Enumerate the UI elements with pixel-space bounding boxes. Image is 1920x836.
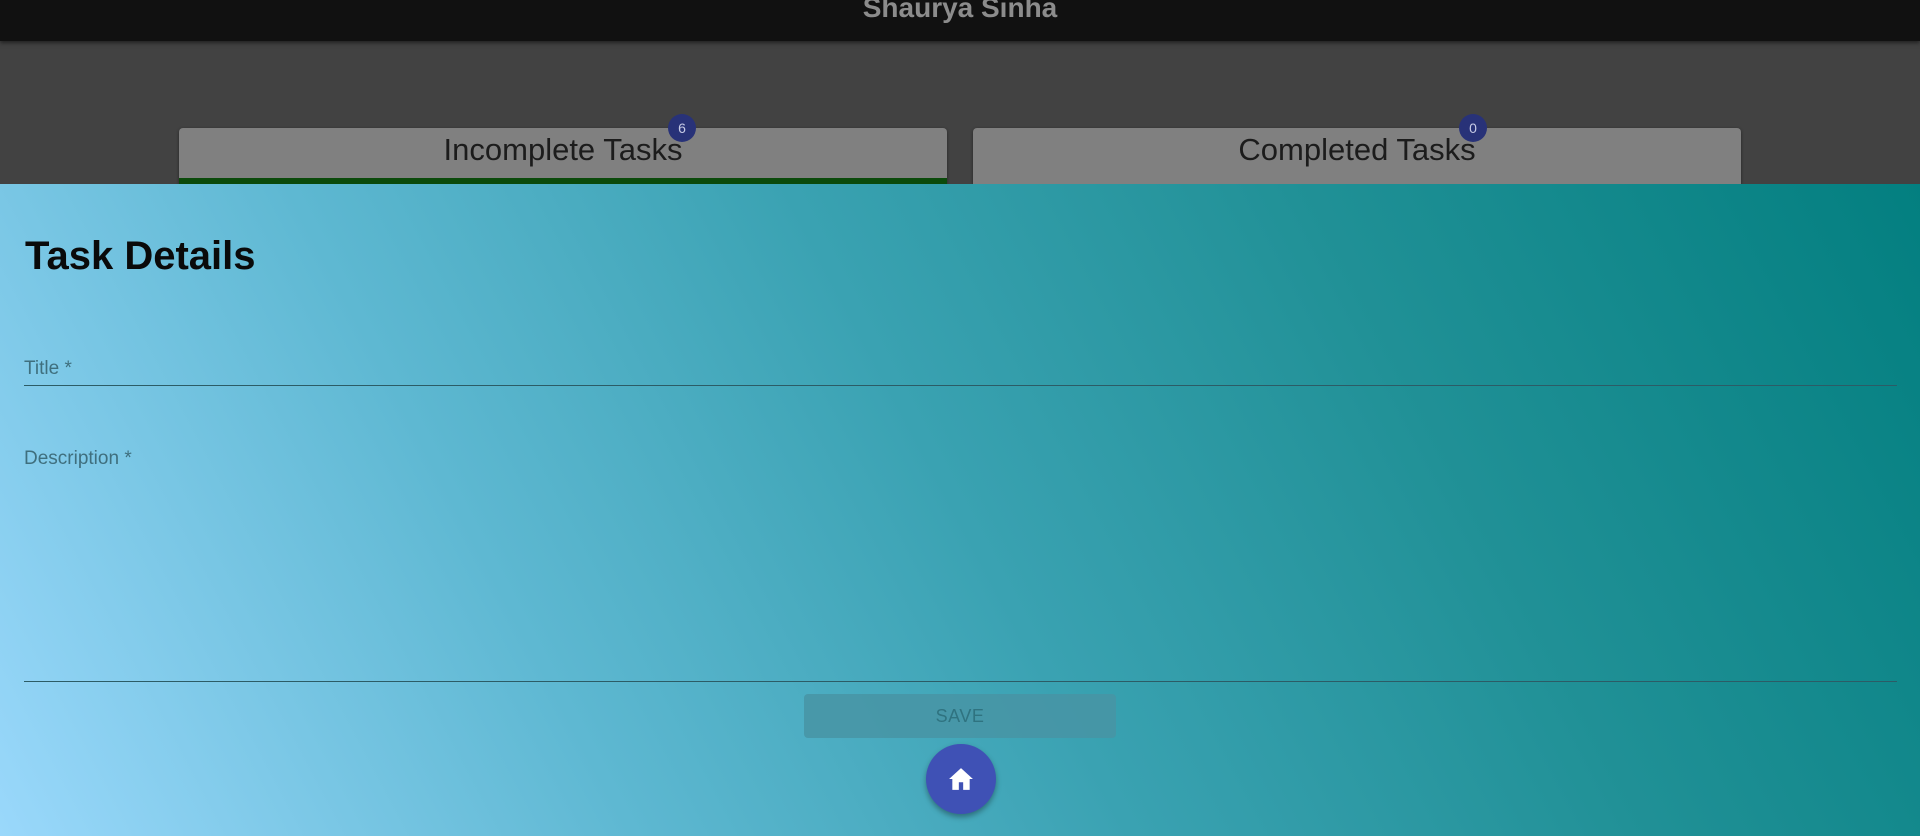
incomplete-count-badge: 6 bbox=[668, 114, 696, 142]
home-icon bbox=[949, 768, 973, 790]
completed-count-badge: 0 bbox=[1459, 114, 1487, 142]
tab-incomplete-label: Incomplete Tasks bbox=[443, 132, 683, 167]
app-bar-title: Shaurya Sinha bbox=[862, 0, 1058, 23]
tab-incomplete-tasks[interactable]: Incomplete Tasks 6 bbox=[179, 114, 947, 184]
task-details-drawer: Task Details Title * Description * SAVE bbox=[0, 184, 1920, 836]
app-bar: Shaurya Sinha bbox=[0, 0, 1920, 41]
drawer-title: Task Details bbox=[25, 234, 256, 278]
tab-completed-label: Completed Tasks bbox=[1238, 132, 1476, 167]
description-input[interactable] bbox=[24, 681, 1897, 682]
save-button[interactable]: SAVE bbox=[804, 694, 1116, 738]
description-field-label[interactable]: Description * bbox=[24, 448, 132, 470]
title-field-label[interactable]: Title * bbox=[24, 358, 72, 380]
title-input[interactable] bbox=[24, 385, 1897, 386]
tab-completed-tasks[interactable]: Completed Tasks 0 bbox=[973, 114, 1741, 184]
home-button[interactable] bbox=[926, 744, 996, 814]
